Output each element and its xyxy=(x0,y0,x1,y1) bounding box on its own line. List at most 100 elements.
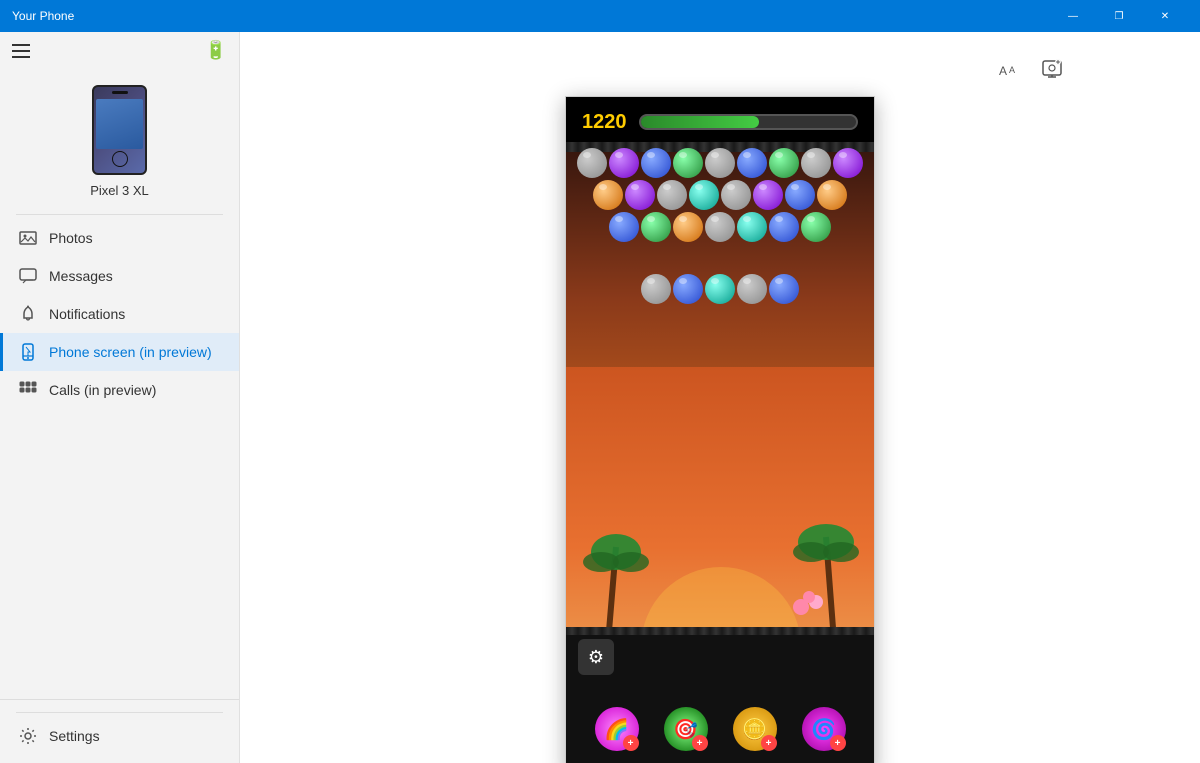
sidebar-item-phone-screen-label: Phone screen (in preview) xyxy=(49,344,212,360)
phone-screen-preview xyxy=(96,99,143,149)
svg-text:A: A xyxy=(999,64,1007,78)
bubble xyxy=(673,148,703,178)
bubble xyxy=(785,180,815,210)
sidebar-divider-top xyxy=(16,214,223,215)
phone-device-name: Pixel 3 XL xyxy=(90,183,149,198)
sidebar-item-phone-screen[interactable]: Phone screen (in preview) xyxy=(0,333,239,371)
sidebar-bottom: Settings xyxy=(0,699,239,763)
bubble xyxy=(641,212,671,242)
powerup-plus-4: + xyxy=(830,735,846,751)
close-button[interactable]: ✕ xyxy=(1142,0,1188,32)
phone-screen-icon xyxy=(19,343,37,361)
bubble xyxy=(641,274,671,304)
bubble xyxy=(817,180,847,210)
bubble xyxy=(593,180,623,210)
window-controls: — ❐ ✕ xyxy=(1050,0,1188,32)
game-progress-fill xyxy=(641,116,760,128)
hamburger-menu-button[interactable] xyxy=(12,41,32,61)
bubble xyxy=(705,148,735,178)
game-bottom-ui: ⚙ 🌈 + 🎯 + 🪙 xyxy=(566,635,874,763)
bubble xyxy=(705,212,735,242)
sidebar-item-photos-label: Photos xyxy=(49,230,93,246)
sidebar-item-photos[interactable]: Photos xyxy=(0,219,239,257)
sidebar-header: 🔋 xyxy=(0,32,239,69)
notifications-icon xyxy=(19,305,37,323)
photos-icon xyxy=(19,229,37,247)
bubble xyxy=(769,274,799,304)
bubble-row-1 xyxy=(566,147,874,179)
nav-spacer xyxy=(0,409,239,699)
phone-preview: Pixel 3 XL xyxy=(0,69,239,210)
bubbles-area xyxy=(566,147,874,367)
game-progress-bar xyxy=(639,114,859,130)
sidebar-item-settings-label: Settings xyxy=(49,728,100,744)
bubble xyxy=(721,180,751,210)
bubble xyxy=(801,212,831,242)
game-settings-button[interactable]: ⚙ xyxy=(578,639,614,675)
phone-screen-toolbar: A A xyxy=(370,52,1070,88)
sidebar-item-calls-label: Calls (in preview) xyxy=(49,382,156,398)
app-title: Your Phone xyxy=(12,9,1050,23)
settings-icon xyxy=(19,727,37,745)
content-area: A A xyxy=(240,32,1200,763)
hamburger-line-2 xyxy=(12,50,30,52)
svg-text:A: A xyxy=(1009,65,1015,75)
phone-game-frame: 1220 xyxy=(565,96,875,763)
messages-icon xyxy=(19,267,37,285)
titlebar: Your Phone — ❐ ✕ xyxy=(0,0,1200,32)
powerup-plus-2: + xyxy=(692,735,708,751)
bubble xyxy=(577,148,607,178)
sidebar-divider-bottom xyxy=(16,712,223,713)
powerup-plus-1: + xyxy=(623,735,639,751)
bubble xyxy=(737,212,767,242)
screen-settings-button[interactable] xyxy=(1034,52,1070,88)
hamburger-line-1 xyxy=(12,44,30,46)
game-score: 1220 xyxy=(582,111,627,134)
bubble xyxy=(689,180,719,210)
hamburger-line-3 xyxy=(12,56,30,58)
bubble xyxy=(753,180,783,210)
powerup-button-2[interactable]: 🎯 + xyxy=(664,707,708,751)
bubble xyxy=(705,274,735,304)
bubble xyxy=(673,212,703,242)
calls-icon xyxy=(19,381,37,399)
bubble xyxy=(657,180,687,210)
bubble xyxy=(737,148,767,178)
bubble-row-3 xyxy=(566,211,874,243)
game-mid-area: 6 2 xyxy=(566,367,874,635)
bubble xyxy=(641,148,671,178)
spike-bottom-decoration xyxy=(566,627,874,635)
bubble-row-2 xyxy=(566,179,874,211)
bubble xyxy=(625,180,655,210)
maximize-button[interactable]: ❐ xyxy=(1096,0,1142,32)
bubble xyxy=(833,148,863,178)
main-layout: 🔋 Pixel 3 XL Photos xyxy=(0,32,1200,763)
font-size-button[interactable]: A A xyxy=(990,52,1026,88)
battery-icon: 🔋 xyxy=(205,40,227,61)
sidebar-item-settings[interactable]: Settings xyxy=(0,717,239,755)
powerup-button-1[interactable]: 🌈 + xyxy=(595,707,639,751)
game-powerups-row: 🌈 + 🎯 + 🪙 + xyxy=(566,683,874,763)
bubble xyxy=(801,148,831,178)
bubble xyxy=(609,212,639,242)
bubble xyxy=(769,212,799,242)
sidebar-item-notifications-label: Notifications xyxy=(49,306,125,322)
sidebar-item-messages-label: Messages xyxy=(49,268,113,284)
game-settings-row: ⚙ xyxy=(566,635,874,683)
sidebar-item-calls[interactable]: Calls (in preview) xyxy=(0,371,239,409)
bubble-row-4 xyxy=(566,273,874,305)
bubble xyxy=(737,274,767,304)
bubble xyxy=(673,274,703,304)
sidebar-item-messages[interactable]: Messages xyxy=(0,257,239,295)
game-top-bar: 1220 xyxy=(566,97,874,147)
powerup-button-3[interactable]: 🪙 + xyxy=(733,707,777,751)
minimize-button[interactable]: — xyxy=(1050,0,1096,32)
sidebar: 🔋 Pixel 3 XL Photos xyxy=(0,32,240,763)
powerup-button-4[interactable]: 🌀 + xyxy=(802,707,846,751)
bubble xyxy=(769,148,799,178)
powerup-plus-3: + xyxy=(761,735,777,751)
phone-thumbnail xyxy=(92,85,147,175)
game-screen: 1220 xyxy=(566,97,874,763)
phone-screen-area: A A xyxy=(240,32,1200,763)
sidebar-item-notifications[interactable]: Notifications xyxy=(0,295,239,333)
